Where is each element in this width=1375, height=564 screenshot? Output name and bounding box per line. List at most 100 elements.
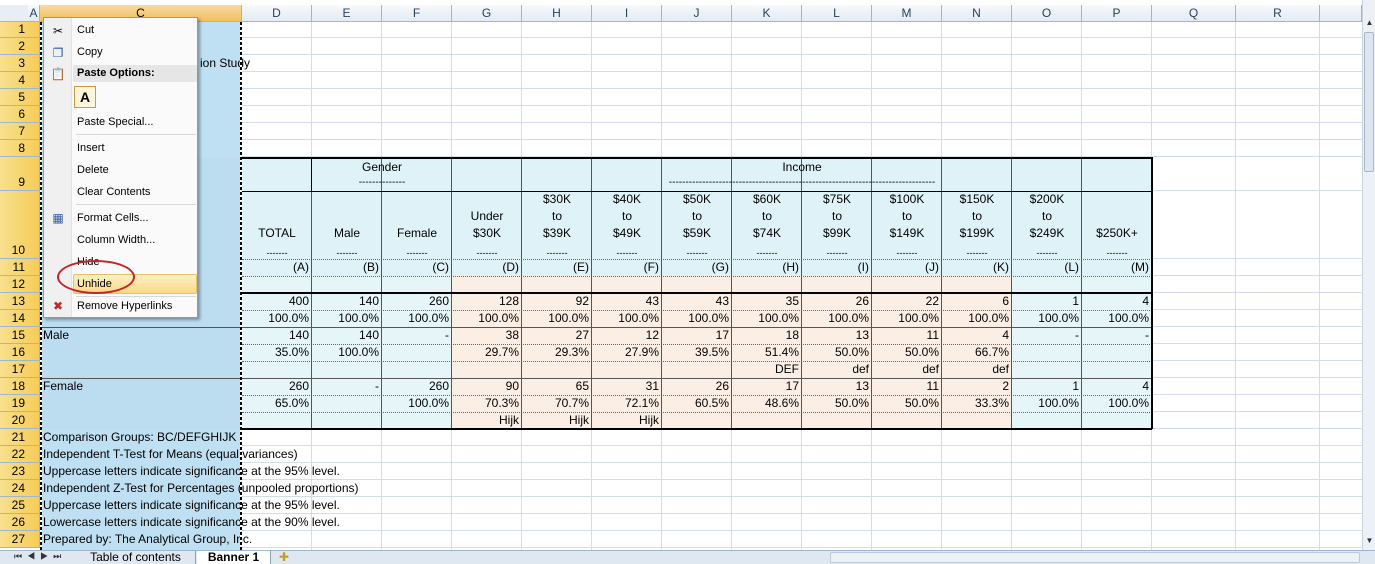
row-header-2[interactable]: 2 [0,38,40,55]
row-header-13[interactable]: 13 [0,293,40,310]
column-header-e[interactable]: E [312,5,382,22]
data-cell: 100.0% [1038,396,1079,410]
banner-label: $49K [612,226,642,240]
menu-item-cut[interactable]: Cut [77,24,94,36]
row-header-7[interactable]: 7 [0,123,40,140]
tab-banner-1[interactable]: Banner 1 [197,551,271,564]
banner-label: $59K [682,226,712,240]
column-header-j[interactable]: J [662,5,732,22]
scroll-down-icon[interactable]: ▼ [1364,536,1375,549]
row-header-15[interactable]: 15 [0,327,40,344]
excel-window: ACDEFGHIJKLMNOPQR 1 2 3 4 5 6 7 8 9 10 11 12 13 14 15 1… [0,0,1375,564]
column-header-p[interactable]: P [1082,5,1152,22]
banner-letter: (J) [925,260,939,274]
row-header-21[interactable]: 21 [0,429,40,446]
menu-item-insert[interactable]: Insert [77,142,105,154]
column-header-f[interactable]: F [382,5,452,22]
row-header-24[interactable]: 24 [0,480,40,497]
banner-label: Under [470,209,504,223]
row-header-17[interactable]: 17 [0,361,40,378]
data-cell: 1 [1072,379,1079,393]
menu-item-column-width[interactable]: Column Width... [77,234,155,246]
column-header-partial[interactable] [1320,5,1362,22]
tab-table-of-contents[interactable]: Table of contents [76,551,196,564]
column-header-r[interactable]: R [1236,5,1320,22]
column-header-i[interactable]: I [592,5,662,22]
row-header-22[interactable]: 22 [0,446,40,463]
row-header-26[interactable]: 26 [0,514,40,531]
row-header-1[interactable]: 1 [0,22,40,38]
menu-separator [76,134,196,135]
menu-item-remove-hyperlinks[interactable]: Remove Hyperlinks [77,300,172,312]
row-header-27[interactable]: 27 [0,531,40,548]
data-cell: def [992,362,1009,376]
column-header-h[interactable]: H [522,5,592,22]
menu-item-delete[interactable]: Delete [77,164,109,176]
footnote: Uppercase letters indicate significance … [43,464,340,478]
column-header-m[interactable]: M [872,5,942,22]
tab-nav-arrows-icon[interactable]: ⏮◀▶⏭ [14,551,66,562]
vertical-scrollbar[interactable]: ▲ ▼ [1362,0,1375,550]
row-header-23[interactable]: 23 [0,463,40,480]
row-header-16[interactable]: 16 [0,344,40,361]
data-cell: - [445,328,449,342]
banner-label: $39K [542,226,572,240]
row-header-12[interactable]: 12 [0,276,40,293]
data-cell: 26 [855,294,869,308]
banner-label: $74K [752,226,782,240]
row-header-9[interactable]: 9 [0,157,40,191]
menu-item-paste-special[interactable]: Paste Special... [77,116,153,128]
data-cell: 70.7% [554,396,589,410]
data-cell: - [1145,328,1149,342]
format-cells-icon: ▦ [52,211,64,225]
menu-item-copy[interactable]: Copy [77,46,103,58]
banner-label: $30K [472,226,502,240]
row-header-25[interactable]: 25 [0,497,40,514]
scroll-thumb[interactable] [1364,32,1374,172]
menu-item-format-cells[interactable]: Format Cells... [77,212,149,224]
data-cell: 1 [1072,294,1079,308]
row-header-3[interactable]: 3 [0,55,40,72]
data-cell: 140 [358,294,379,308]
menu-item-clear-contents[interactable]: Clear Contents [77,186,150,198]
column-header-q[interactable]: Q [1152,5,1236,22]
banner-label: to [691,209,702,223]
row-header-10[interactable]: 10 [0,191,40,259]
data-cell: 50.0% [904,396,939,410]
row-header-5[interactable]: 5 [0,89,40,106]
horizontal-scrollbar[interactable] [830,552,1360,563]
banner-label: to [761,209,772,223]
column-header-l[interactable]: L [802,5,872,22]
banner-letter: (D) [502,260,519,274]
selection-border [40,22,42,550]
data-cell: 43 [715,294,729,308]
data-cell: 29.3% [554,345,589,359]
banner-label: to [901,209,912,223]
row-header-20[interactable]: 20 [0,412,40,429]
banner-label: Male [333,226,360,240]
banner-label: $150K [959,192,995,206]
row-header-8[interactable]: 8 [0,140,40,157]
row-header-19[interactable]: 19 [0,395,40,412]
column-header-o[interactable]: O [1012,5,1082,22]
banner-letter: (C) [432,260,449,274]
data-cell: 2 [1002,379,1009,393]
row-header-6[interactable]: 6 [0,106,40,123]
paste-button[interactable]: A [74,86,96,108]
column-header-n[interactable]: N [942,5,1012,22]
column-header-d[interactable]: D [242,5,312,22]
banner-label: TOTAL [258,226,296,240]
row-header-14[interactable]: 14 [0,310,40,327]
scroll-up-icon[interactable]: ▲ [1364,18,1375,31]
column-header-a[interactable]: A [28,5,40,22]
banner-label: $250K+ [1096,226,1138,240]
data-cell: 27 [575,328,589,342]
row-header-4[interactable]: 4 [0,72,40,89]
column-header-k[interactable]: K [732,5,802,22]
header-income-dashes: ----------------------------------------… [668,177,936,188]
worksheet-grid[interactable]: Gender -------------- Income --------------… [40,22,1362,550]
column-header-g[interactable]: G [452,5,522,22]
row-header-18[interactable]: 18 [0,378,40,395]
insert-sheet-icon[interactable]: ✚ [274,551,294,564]
row-header-11[interactable]: 11 [0,259,40,276]
